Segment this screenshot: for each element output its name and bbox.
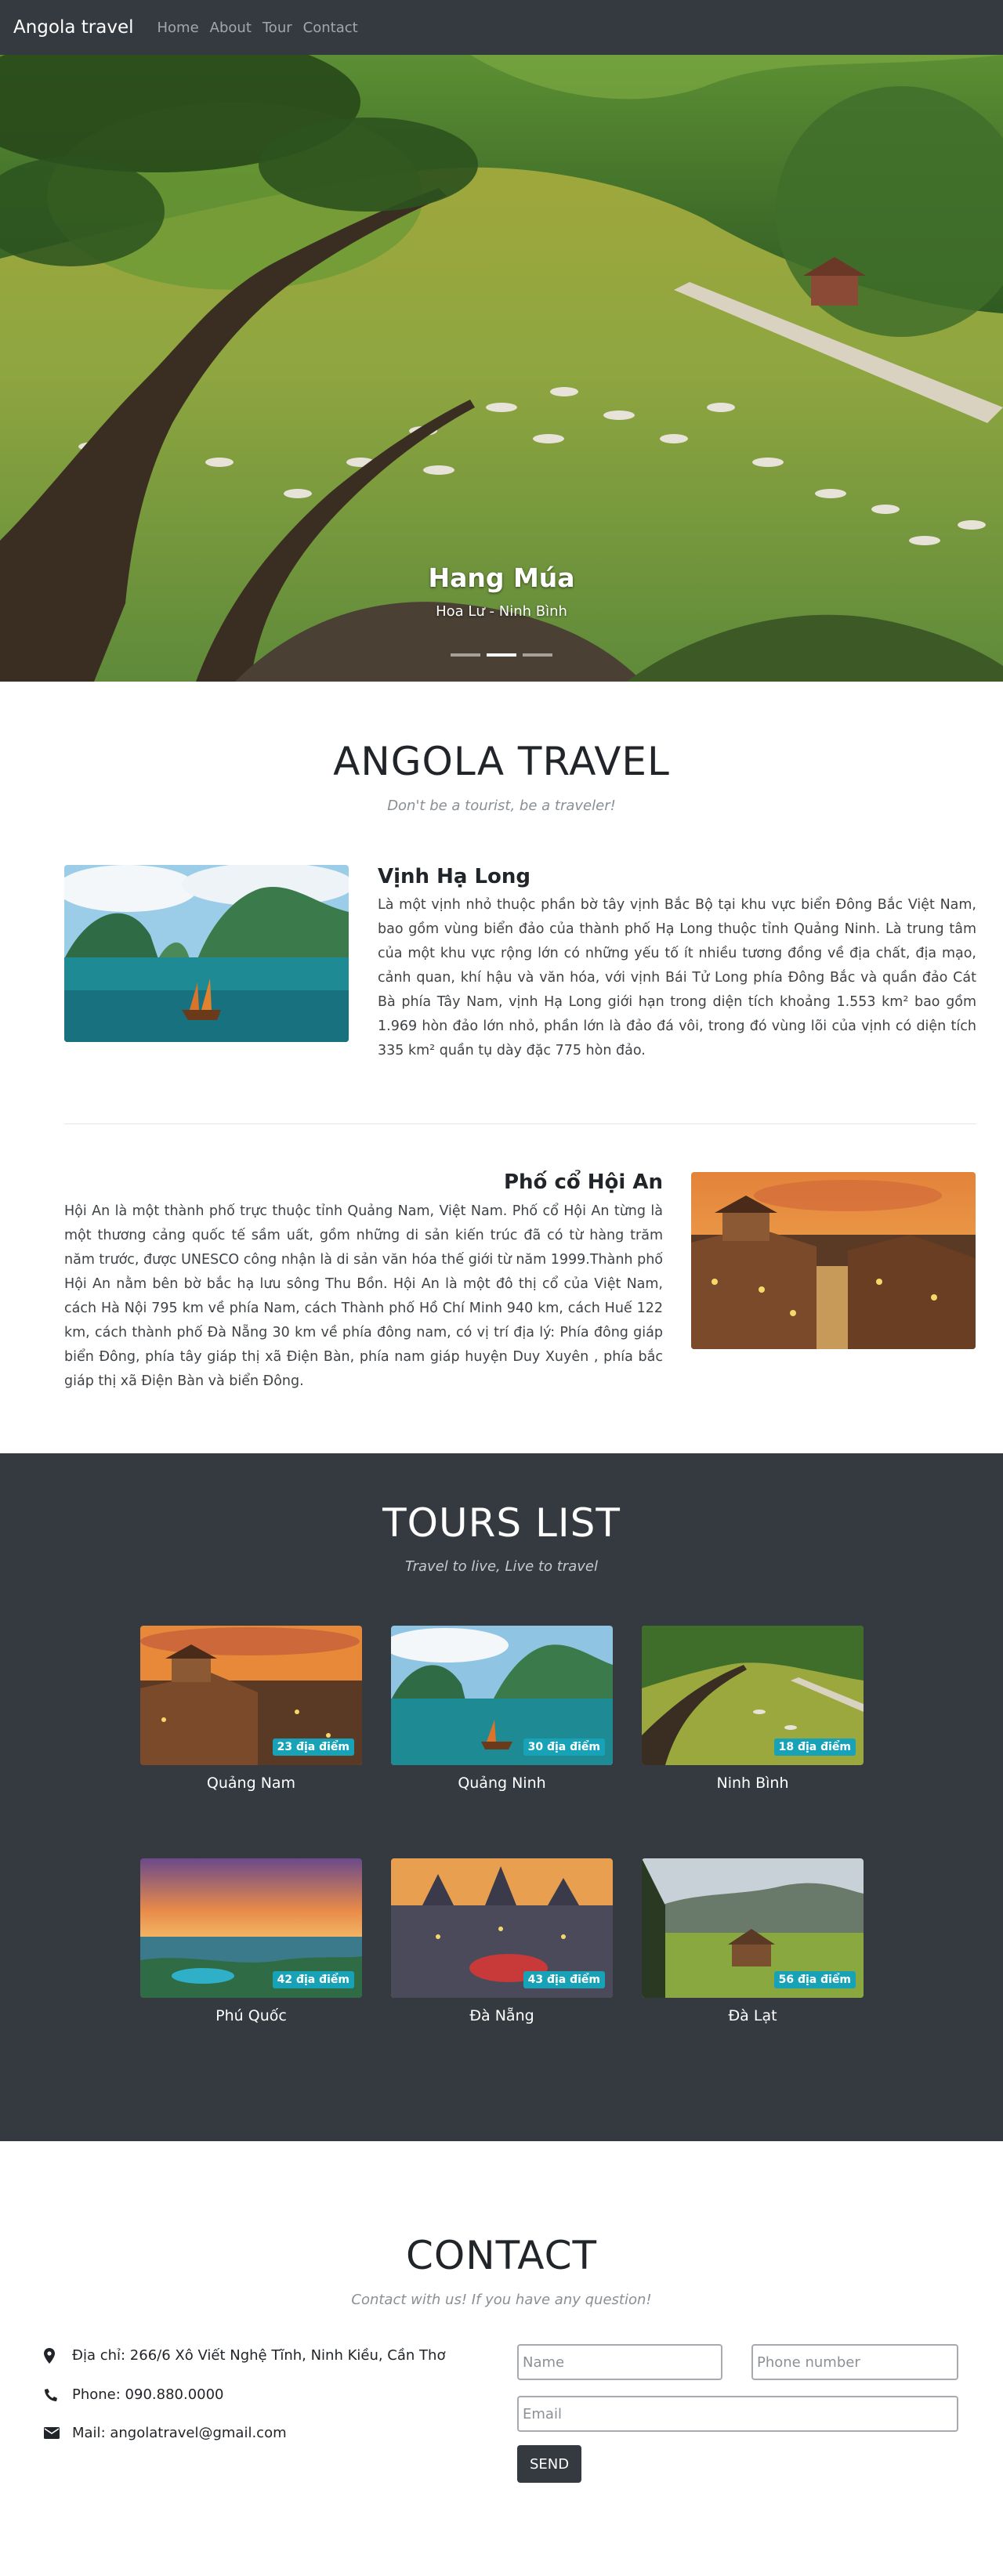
mail-text[interactable]: Mail: angolatravel@gmail.com <box>72 2425 287 2441</box>
about-title: ANGOLA TRAVEL <box>333 739 670 784</box>
section-divider <box>64 1123 976 1124</box>
email-input[interactable] <box>517 2396 958 2432</box>
navbar: Angola travel Home About Tour Contact <box>0 0 1003 55</box>
nav-link-tour[interactable]: Tour <box>263 20 292 36</box>
contact-mail: Mail: angolatravel@gmail.com <box>44 2425 287 2441</box>
carousel-indicators <box>0 653 1003 657</box>
ha-long-image <box>64 865 349 1042</box>
tour-name[interactable]: Ninh Bình <box>642 1775 864 1792</box>
envelope-icon <box>44 2427 72 2439</box>
hoi-an-title: Phố cổ Hội An <box>503 1170 663 1194</box>
carousel-indicator-2[interactable] <box>487 653 516 657</box>
carousel-indicator-1[interactable] <box>451 653 480 657</box>
ha-long-title: Vịnh Hạ Long <box>378 865 531 888</box>
tour-image[interactable]: 43 địa điểm <box>391 1858 613 1998</box>
tours-title: TOURS LIST <box>382 1500 621 1546</box>
hoi-an-image <box>691 1172 976 1349</box>
carousel-indicator-3[interactable] <box>523 653 552 657</box>
tour-badge: 42 địa điểm <box>272 1971 354 1988</box>
contact-phone: Phone: 090.880.0000 <box>44 2386 224 2403</box>
tour-badge: 43 địa điểm <box>523 1971 605 1988</box>
hoi-an-text: Hội An là một thành phố trực thuộc tỉnh … <box>64 1203 663 1389</box>
name-input[interactable] <box>517 2344 722 2380</box>
hero-carousel[interactable]: Hang Múa Hoa Lư - Ninh Bình <box>0 55 1003 682</box>
tour-image[interactable]: 56 địa điểm <box>642 1858 864 1998</box>
tour-name[interactable]: Đà Lạt <box>642 2007 864 2024</box>
about-subtitle: Don't be a tourist, be a traveler! <box>387 798 616 814</box>
phone-icon <box>44 2388 72 2402</box>
tour-card-ninh-binh[interactable]: 18 địa điểm Ninh Bình <box>642 1626 864 1792</box>
tour-image[interactable]: 42 địa điểm <box>140 1858 362 1998</box>
phone-text: Phone: 090.880.0000 <box>72 2386 224 2403</box>
tour-badge: 23 địa điểm <box>272 1738 354 1756</box>
tour-card-quang-nam[interactable]: 23 địa điểm Quảng Nam <box>140 1626 362 1792</box>
send-button[interactable]: SEND <box>517 2445 581 2483</box>
tour-badge: 18 địa điểm <box>773 1738 856 1756</box>
tour-name[interactable]: Phú Quốc <box>140 2007 362 2024</box>
tour-name[interactable]: Đà Nẵng <box>391 2007 613 2024</box>
contact-address: Địa chỉ: 266/6 Xô Viết Nghệ Tĩnh, Ninh K… <box>44 2347 445 2364</box>
tour-card-da-nang[interactable]: 43 địa điểm Đà Nẵng <box>391 1858 613 2024</box>
hero-title: Hang Múa <box>428 563 575 593</box>
navbar-brand[interactable]: Angola travel <box>13 17 134 38</box>
tour-card-phu-quoc[interactable]: 42 địa điểm Phú Quốc <box>140 1858 362 2024</box>
tour-badge: 30 địa điểm <box>523 1738 605 1756</box>
tour-name[interactable]: Quảng Ninh <box>391 1775 613 1792</box>
phone-input[interactable] <box>751 2344 958 2380</box>
nav-link-home[interactable]: Home <box>158 20 199 36</box>
nav-link-contact[interactable]: Contact <box>303 20 358 36</box>
nav-link-about[interactable]: About <box>210 20 252 36</box>
tour-image[interactable]: 18 địa điểm <box>642 1626 864 1765</box>
contact-subtitle: Contact with us! If you have any questio… <box>351 2292 652 2308</box>
hero-subtitle: Hoa Lư - Ninh Bình <box>436 603 567 620</box>
tour-image[interactable]: 30 địa điểm <box>391 1626 613 1765</box>
contact-title: CONTACT <box>405 2233 598 2278</box>
tour-card-quang-ninh[interactable]: 30 địa điểm Quảng Ninh <box>391 1626 613 1792</box>
tour-name[interactable]: Quảng Nam <box>140 1775 362 1792</box>
tour-image[interactable]: 23 địa điểm <box>140 1626 362 1765</box>
ha-long-text: Là một vịnh nhỏ thuộc phần bờ tây vịnh B… <box>378 897 976 1058</box>
tours-subtitle: Travel to live, Live to travel <box>405 1558 598 1575</box>
tours-section: TOURS LIST Travel to live, Live to trave… <box>0 1453 1003 2141</box>
tour-card-da-lat[interactable]: 56 địa điểm Đà Lạt <box>642 1858 864 2024</box>
tour-badge: 56 địa điểm <box>773 1971 856 1988</box>
map-marker-icon <box>44 2347 72 2364</box>
address-text: Địa chỉ: 266/6 Xô Viết Nghệ Tĩnh, Ninh K… <box>72 2347 446 2364</box>
